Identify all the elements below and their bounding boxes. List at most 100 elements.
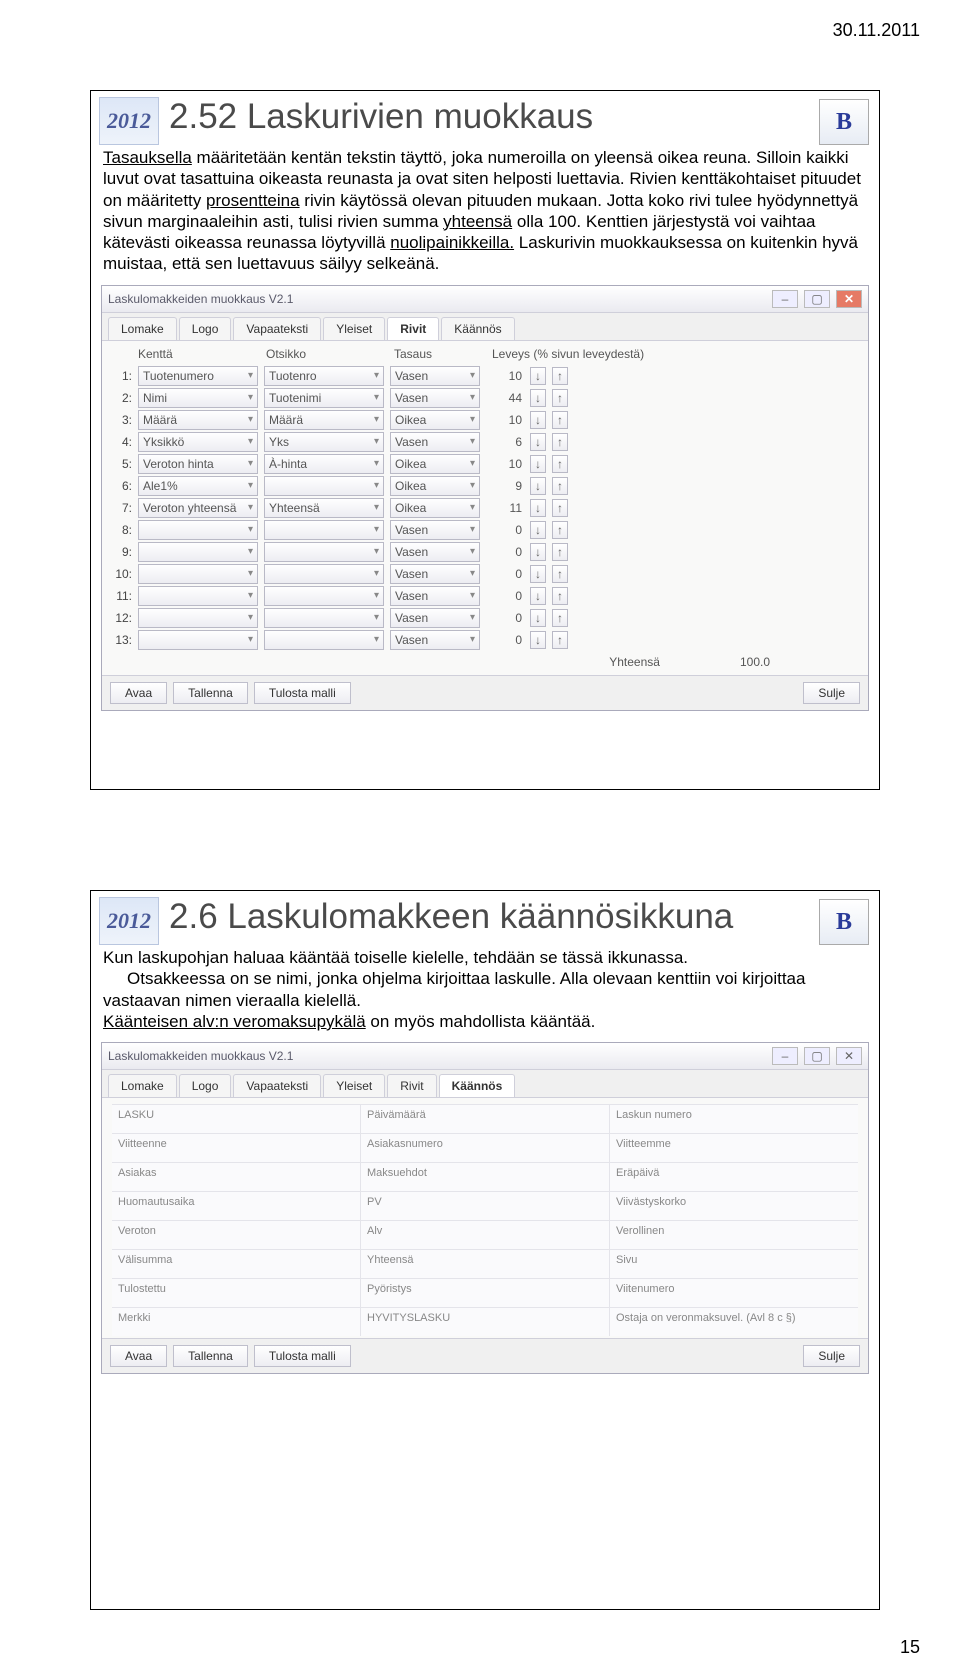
move-up-icon[interactable]: ↑ — [552, 455, 568, 473]
align-select[interactable]: Vasen▾ — [390, 608, 480, 628]
align-select[interactable]: Vasen▾ — [390, 564, 480, 584]
move-up-icon[interactable]: ↑ — [552, 631, 568, 649]
translation-cell[interactable]: Välisumma — [112, 1250, 361, 1278]
move-up-icon[interactable]: ↑ — [552, 477, 568, 495]
translation-cell[interactable]: Merkki — [112, 1308, 361, 1336]
tab-lomake[interactable]: Lomake — [108, 1074, 177, 1097]
field-select[interactable]: ▾ — [138, 608, 258, 628]
move-up-icon[interactable]: ↑ — [552, 499, 568, 517]
title-select[interactable]: ▾ — [264, 630, 384, 650]
move-up-icon[interactable]: ↑ — [552, 609, 568, 627]
translation-cell[interactable]: LASKU — [112, 1105, 361, 1133]
translation-cell[interactable]: Viitteemme — [610, 1134, 858, 1162]
field-select[interactable]: Veroton hinta▾ — [138, 454, 258, 474]
translation-cell[interactable]: Viitenumero — [610, 1279, 858, 1307]
align-select[interactable]: Vasen▾ — [390, 520, 480, 540]
title-select[interactable]: Määrä▾ — [264, 410, 384, 430]
translation-cell[interactable]: Ostaja on veronmaksuvel. (Avl 8 c §) — [610, 1308, 858, 1336]
move-up-icon[interactable]: ↑ — [552, 587, 568, 605]
align-select[interactable]: Vasen▾ — [390, 630, 480, 650]
maximize-icon[interactable]: ▢ — [804, 1047, 830, 1065]
translation-cell[interactable]: Yhteensä — [361, 1250, 610, 1278]
move-down-icon[interactable]: ↓ — [530, 565, 546, 583]
move-down-icon[interactable]: ↓ — [530, 411, 546, 429]
move-up-icon[interactable]: ↑ — [552, 411, 568, 429]
align-select[interactable]: Oikea▾ — [390, 410, 480, 430]
field-select[interactable]: Veroton yhteensä▾ — [138, 498, 258, 518]
title-select[interactable]: Yhteensä▾ — [264, 498, 384, 518]
translation-cell[interactable]: PV — [361, 1192, 610, 1220]
tab-rivit[interactable]: Rivit — [387, 1074, 436, 1097]
print-button[interactable]: Tulosta malli — [254, 1345, 351, 1367]
title-select[interactable]: À-hinta▾ — [264, 454, 384, 474]
maximize-icon[interactable]: ▢ — [804, 290, 830, 308]
field-select[interactable]: Ale1%▾ — [138, 476, 258, 496]
translation-cell[interactable]: Sivu — [610, 1250, 858, 1278]
tab-logo[interactable]: Logo — [179, 1074, 232, 1097]
move-up-icon[interactable]: ↑ — [552, 433, 568, 451]
field-select[interactable]: Nimi▾ — [138, 388, 258, 408]
align-select[interactable]: Vasen▾ — [390, 366, 480, 386]
translation-cell[interactable]: Verollinen — [610, 1221, 858, 1249]
align-select[interactable]: Oikea▾ — [390, 476, 480, 496]
translation-cell[interactable]: Eräpäivä — [610, 1163, 858, 1191]
move-down-icon[interactable]: ↓ — [530, 477, 546, 495]
move-up-icon[interactable]: ↑ — [552, 521, 568, 539]
tab-yleiset[interactable]: Yleiset — [323, 317, 385, 340]
move-down-icon[interactable]: ↓ — [530, 455, 546, 473]
field-select[interactable]: ▾ — [138, 520, 258, 540]
translation-cell[interactable]: Alv — [361, 1221, 610, 1249]
move-up-icon[interactable]: ↑ — [552, 565, 568, 583]
field-select[interactable]: ▾ — [138, 542, 258, 562]
title-select[interactable]: Tuotenimi▾ — [264, 388, 384, 408]
align-select[interactable]: Vasen▾ — [390, 432, 480, 452]
minimize-icon[interactable]: – — [772, 290, 798, 308]
translation-cell[interactable]: Viivästyskorko — [610, 1192, 858, 1220]
title-select[interactable]: ▾ — [264, 476, 384, 496]
title-select[interactable]: Tuotenro▾ — [264, 366, 384, 386]
move-down-icon[interactable]: ↓ — [530, 367, 546, 385]
translation-cell[interactable]: Asiakasnumero — [361, 1134, 610, 1162]
move-down-icon[interactable]: ↓ — [530, 521, 546, 539]
move-down-icon[interactable]: ↓ — [530, 543, 546, 561]
tab-vapaateksti[interactable]: Vapaateksti — [233, 1074, 321, 1097]
move-down-icon[interactable]: ↓ — [530, 499, 546, 517]
tab-käännös[interactable]: Käännös — [441, 317, 514, 340]
tab-vapaateksti[interactable]: Vapaateksti — [233, 317, 321, 340]
title-select[interactable]: ▾ — [264, 608, 384, 628]
translation-cell[interactable]: Laskun numero — [610, 1105, 858, 1133]
tab-rivit[interactable]: Rivit — [387, 317, 439, 340]
close-button[interactable]: Sulje — [803, 682, 860, 704]
move-down-icon[interactable]: ↓ — [530, 631, 546, 649]
print-button[interactable]: Tulosta malli — [254, 682, 351, 704]
close-icon[interactable]: ✕ — [836, 290, 862, 308]
tab-käännös[interactable]: Käännös — [439, 1074, 516, 1097]
translation-cell[interactable]: Tulostettu — [112, 1279, 361, 1307]
title-select[interactable]: ▾ — [264, 586, 384, 606]
align-select[interactable]: Oikea▾ — [390, 498, 480, 518]
title-select[interactable]: ▾ — [264, 564, 384, 584]
field-select[interactable]: Yksikkö▾ — [138, 432, 258, 452]
move-down-icon[interactable]: ↓ — [530, 433, 546, 451]
align-select[interactable]: Oikea▾ — [390, 454, 480, 474]
translation-cell[interactable]: Pyöristys — [361, 1279, 610, 1307]
field-select[interactable]: ▾ — [138, 630, 258, 650]
field-select[interactable]: Määrä▾ — [138, 410, 258, 430]
tab-yleiset[interactable]: Yleiset — [323, 1074, 385, 1097]
tab-logo[interactable]: Logo — [179, 317, 232, 340]
move-down-icon[interactable]: ↓ — [530, 389, 546, 407]
minimize-icon[interactable]: – — [772, 1047, 798, 1065]
tab-lomake[interactable]: Lomake — [108, 317, 177, 340]
align-select[interactable]: Vasen▾ — [390, 388, 480, 408]
field-select[interactable]: Tuotenumero▾ — [138, 366, 258, 386]
translation-cell[interactable]: Veroton — [112, 1221, 361, 1249]
translation-cell[interactable]: Viitteenne — [112, 1134, 361, 1162]
translation-cell[interactable]: Asiakas — [112, 1163, 361, 1191]
translation-cell[interactable]: Maksuehdot — [361, 1163, 610, 1191]
move-up-icon[interactable]: ↑ — [552, 543, 568, 561]
align-select[interactable]: Vasen▾ — [390, 586, 480, 606]
translation-cell[interactable]: Huomautusaika — [112, 1192, 361, 1220]
field-select[interactable]: ▾ — [138, 564, 258, 584]
save-button[interactable]: Tallenna — [173, 1345, 248, 1367]
move-up-icon[interactable]: ↑ — [552, 367, 568, 385]
